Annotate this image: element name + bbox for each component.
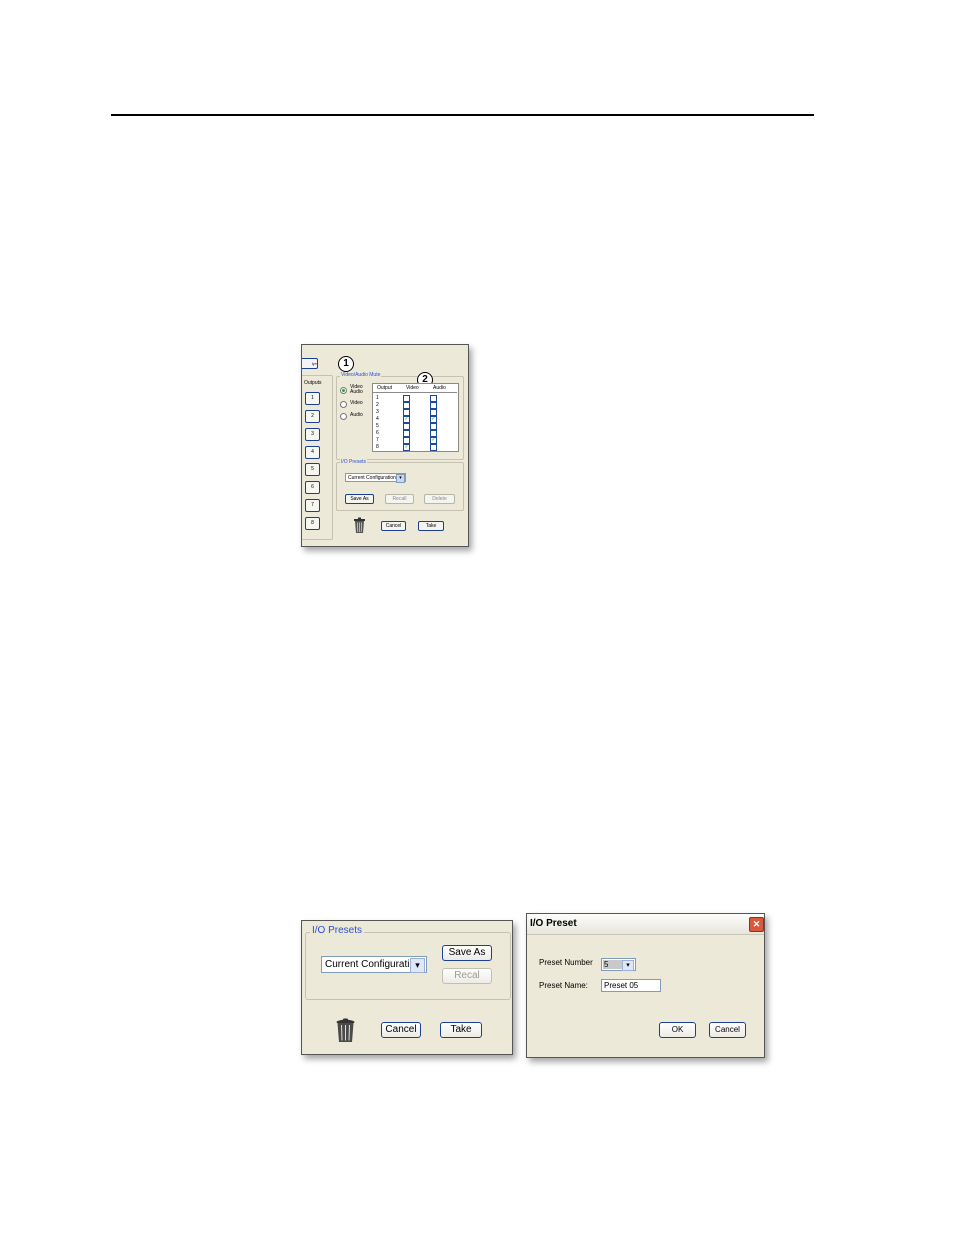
- radio-video[interactable]: [340, 401, 347, 408]
- close-icon[interactable]: ✕: [749, 917, 764, 932]
- table-row-output: 4: [376, 416, 379, 422]
- radio-video-audio-label: Video Audio: [350, 384, 363, 395]
- chevron-down-icon[interactable]: ▾: [622, 960, 634, 971]
- callout-1: 1: [338, 356, 354, 372]
- header-rule: [111, 114, 814, 116]
- mute-group-title: Video/Audio Mute: [340, 372, 382, 378]
- preset-select[interactable]: Current Configuration ▾: [321, 956, 427, 973]
- take-button[interactable]: Take: [440, 1022, 482, 1038]
- cancel-button[interactable]: Cancel: [381, 521, 406, 531]
- table-row-output: 8: [376, 444, 379, 450]
- preset-select[interactable]: Current Configuration ▾: [345, 473, 406, 483]
- video-mute-checkbox-4[interactable]: ✓: [403, 416, 410, 423]
- chevron-down-icon[interactable]: ▾: [410, 958, 425, 973]
- preset-number-label: Preset Number: [539, 958, 593, 967]
- header-output: Output: [377, 385, 393, 391]
- trash-icon[interactable]: [353, 517, 366, 534]
- audio-mute-checkbox-3[interactable]: [430, 409, 437, 416]
- io-presets-title: I/O Presets: [340, 459, 368, 465]
- preset-number-select[interactable]: 5 ▾: [601, 958, 636, 971]
- outputs-label: Outputs: [304, 380, 322, 386]
- output-button-8[interactable]: 8: [305, 517, 320, 530]
- audio-mute-checkbox-8[interactable]: [430, 444, 437, 451]
- output-button-5[interactable]: 5: [305, 463, 320, 476]
- radio-audio-label: Audio: [350, 412, 363, 418]
- save-as-button[interactable]: Save As: [345, 494, 374, 504]
- table-row-output: 1: [376, 395, 379, 401]
- io-preset-dialog-screenshot: I/O Preset ✕ Preset Number 5 ▾ Preset Na…: [526, 913, 765, 1058]
- audio-mute-checkbox-6[interactable]: [430, 430, 437, 437]
- take-button[interactable]: Take: [418, 521, 444, 531]
- table-row-output: 5: [376, 423, 379, 429]
- video-mute-checkbox-3[interactable]: [403, 409, 410, 416]
- video-mute-checkbox-7[interactable]: [403, 437, 410, 444]
- output-button-2[interactable]: 2: [305, 410, 320, 423]
- video-mute-checkbox-6[interactable]: [403, 430, 410, 437]
- preset-name-input[interactable]: [601, 979, 661, 992]
- preset-select-value: Current Configuration: [325, 959, 421, 970]
- dialog-title: I/O Preset: [530, 918, 577, 929]
- chevron-down-icon[interactable]: ▾: [396, 474, 405, 483]
- top-toolbar-button[interactable]: ly»: [302, 358, 318, 369]
- video-mute-checkbox-8[interactable]: ✓: [403, 444, 410, 451]
- video-mute-checkbox-5[interactable]: [403, 423, 410, 430]
- table-row-output: 7: [376, 437, 379, 443]
- ok-button[interactable]: OK: [659, 1022, 696, 1038]
- output-button-7[interactable]: 7: [305, 499, 320, 512]
- table-row-output: 3: [376, 409, 379, 415]
- table-row-output: 2: [376, 402, 379, 408]
- cancel-button[interactable]: Cancel: [381, 1022, 421, 1038]
- preset-number-value: 5: [603, 960, 623, 969]
- header-audio: Audio: [433, 385, 446, 391]
- video-mute-checkbox-2[interactable]: [403, 402, 410, 409]
- table-row-output: 6: [376, 430, 379, 436]
- delete-button[interactable]: Delete: [424, 494, 455, 504]
- io-presets-panel-screenshot: I/O Presets Current Configuration ▾ Save…: [301, 920, 513, 1055]
- audio-mute-checkbox-5[interactable]: [430, 423, 437, 430]
- radio-video-label: Video: [350, 400, 363, 406]
- radio-video-audio[interactable]: [340, 387, 347, 394]
- audio-mute-checkbox-1[interactable]: [430, 395, 437, 402]
- preset-name-label: Preset Name:: [539, 981, 588, 990]
- cancel-button[interactable]: Cancel: [709, 1022, 746, 1038]
- output-button-1[interactable]: 1: [305, 392, 320, 405]
- audio-mute-checkbox-7[interactable]: ✓: [430, 437, 437, 444]
- audio-mute-checkbox-4[interactable]: ✓: [430, 416, 437, 423]
- recall-button[interactable]: Recall: [385, 494, 414, 504]
- video-mute-checkbox-1[interactable]: [403, 395, 410, 402]
- io-presets-title: I/O Presets: [310, 925, 365, 936]
- mute-table: [372, 383, 459, 452]
- preset-select-value: Current Configuration: [348, 475, 396, 481]
- audio-mute-checkbox-2[interactable]: [430, 402, 437, 409]
- output-button-3[interactable]: 3: [305, 428, 320, 441]
- trash-icon[interactable]: [335, 1018, 356, 1043]
- video-audio-mute-panel-screenshot: ly» Outputs 1 2 3 4 5 6 7 8 Video/Audio …: [301, 344, 469, 547]
- output-button-4[interactable]: 4: [305, 446, 320, 459]
- header-video: Video: [406, 385, 419, 391]
- recall-button[interactable]: Recal: [442, 968, 492, 984]
- output-button-6[interactable]: 6: [305, 481, 320, 494]
- save-as-button[interactable]: Save As: [442, 945, 492, 961]
- radio-audio[interactable]: [340, 413, 347, 420]
